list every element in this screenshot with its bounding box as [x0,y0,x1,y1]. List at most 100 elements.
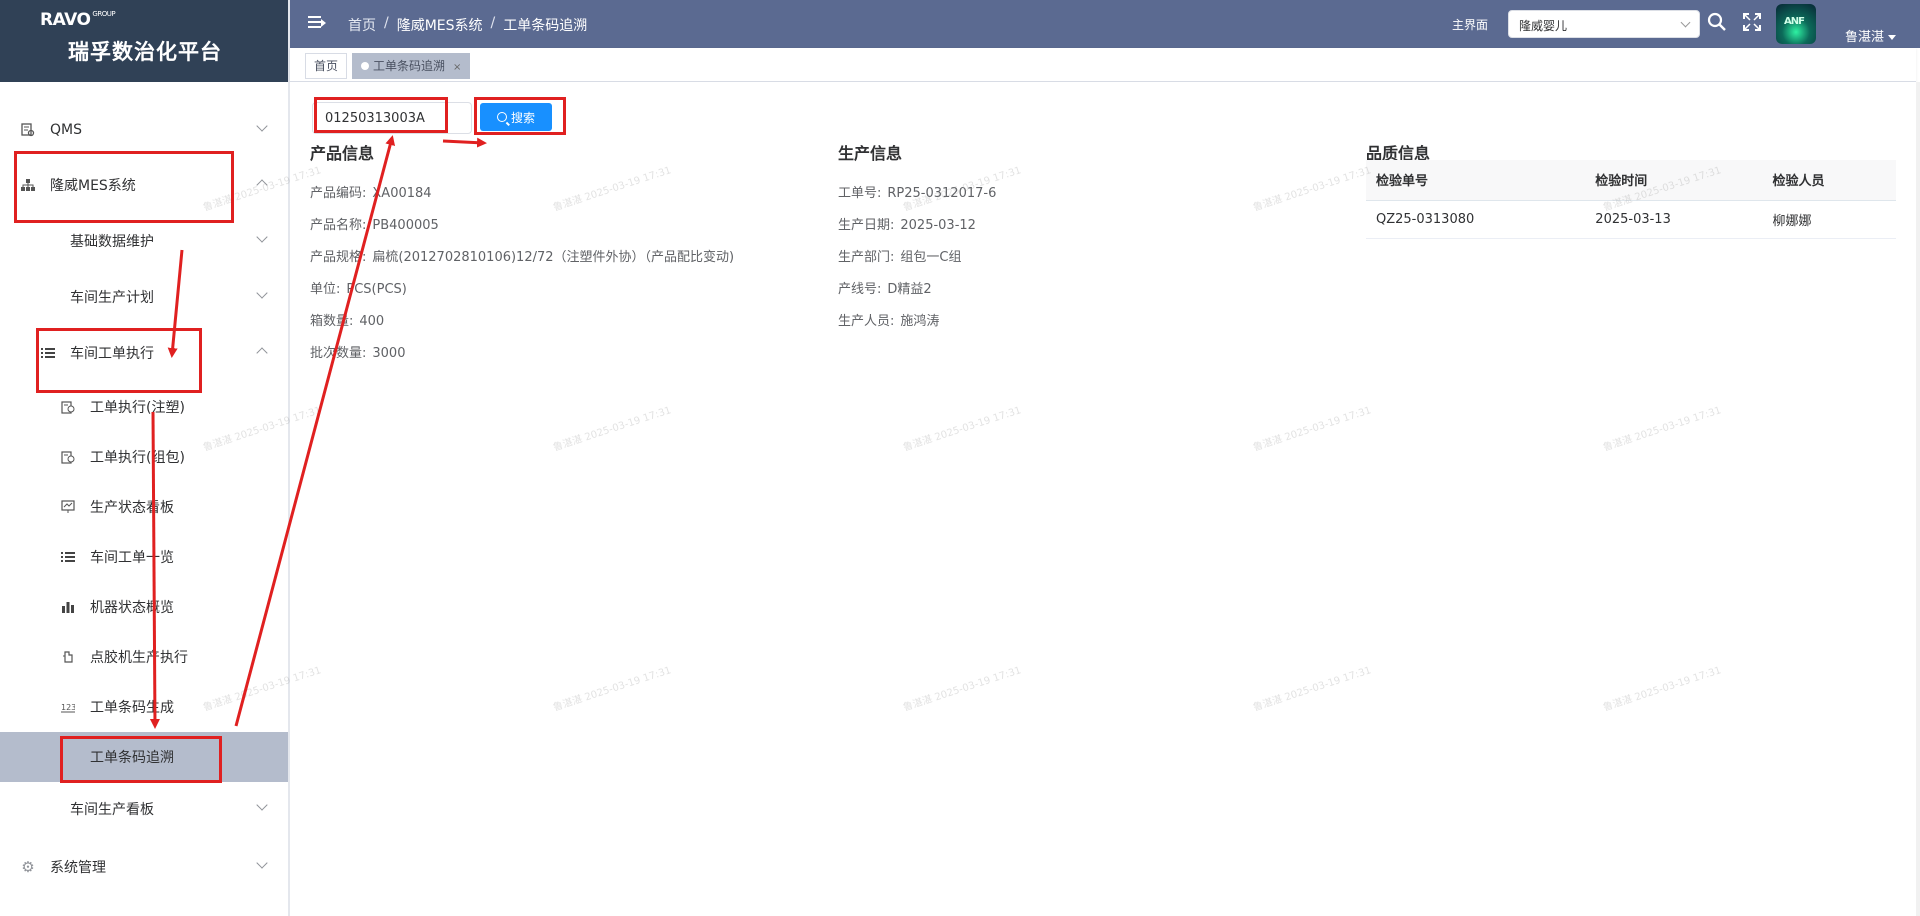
info-label: 产品名称: [310,218,367,233]
breadcrumb-separator: / [384,15,389,31]
sidebar-item-label: QMS [50,122,82,138]
info-value: XA00184 [372,186,432,201]
barcode-search-input[interactable] [312,102,472,134]
tab-barcode-trace[interactable]: 工单条码追溯 × [352,53,471,79]
svg-text:123: 123 [61,703,75,712]
bar-chart-icon [60,599,76,615]
sidebar-item-exec-package[interactable]: 工单执行(组包) [0,432,288,482]
info-label: 生产日期: [838,218,895,233]
table-cell: 2025-03-13 [1585,200,1763,239]
chevron-up-icon [256,347,268,359]
barcode-icon: 123 [60,699,76,715]
app-root: RAVO GROUP 瑞孚数治化平台 QMS 隆威MES系统 基础数据维护 车间… [0,0,1920,916]
sidebar-item-label: 工单执行(注塑) [90,400,185,416]
sidebar-item-workshop-plan[interactable]: 车间生产计划 [0,272,288,322]
breadcrumb-home[interactable]: 首页 [348,15,376,35]
info-value: D精益2 [887,282,932,297]
info-value: RP25-0312017-6 [887,186,997,201]
avatar[interactable]: ANF [1776,4,1816,44]
sidebar-item-workorder-list[interactable]: 车间工单一览 [0,532,288,582]
chevron-down-icon [256,231,268,243]
breadcrumb-mes[interactable]: 隆威MES系统 [397,15,483,35]
sidebar-item-longwei-mes[interactable]: 隆威MES系统 [0,160,288,210]
sidebar-item-label: 车间生产看板 [70,802,154,818]
scrollbar[interactable] [1916,82,1920,916]
sidebar-item-label: 点胶机生产执行 [90,650,188,666]
sidebar-item-glue-exec[interactable]: 点胶机生产执行 [0,632,288,682]
sidebar-item-status-board[interactable]: 生产状态看板 [0,482,288,532]
product-code-row: 产品编码: XA00184 [310,182,432,201]
tab-label: 工单条码追溯 [373,59,446,73]
logo-text: RAVO [40,10,91,30]
info-value: 3000 [372,346,406,361]
column-header: 检验时间 [1585,160,1763,201]
info-label: 产线号: [838,282,882,297]
breadcrumb-separator: / [490,15,496,31]
top-header: 首页 / 隆威MES系统 / 工单条码追溯 主界面 隆威婴儿 ANF 鲁湛湛 [290,0,1920,48]
report-icon [20,122,36,138]
info-value: PB400005 [372,218,439,233]
quality-table: 检验单号 检验时间 检验人员 QZ25-0313080 2025-03-13 柳… [1366,160,1896,239]
clipboard-icon [60,399,76,415]
list-icon [40,345,56,361]
chevron-down-icon [256,799,268,811]
glue-icon [60,649,76,665]
user-menu[interactable]: 鲁湛湛 [1845,26,1896,45]
clipboard-icon [60,449,76,465]
sidebar-item-label: 车间工单一览 [90,550,174,566]
sidebar-item-label: 车间生产计划 [70,290,154,306]
sidebar-item-qms[interactable]: QMS [0,105,288,155]
chevron-down-icon [256,287,268,299]
sidebar-item-workorder-exec[interactable]: 车间工单执行 [0,328,288,378]
brand-header: RAVO GROUP 瑞孚数治化平台 [0,0,288,82]
sidebar-item-barcode-gen[interactable]: 123 工单条码生成 [0,682,288,732]
info-label: 生产人员: [838,314,895,329]
sidebar-item-exec-injection[interactable]: 工单执行(注塑) [0,382,288,432]
sidebar-item-label: 工单条码生成 [90,700,174,716]
product-spec-row: 产品规格: 扁梳(2012702810106)12/72（注塑件外协）（产品配比变… [310,246,734,265]
tab-label: 首页 [314,59,339,73]
column-header: 检验单号 [1366,160,1586,201]
active-dot-icon [361,62,369,70]
sidebar-item-label: 系统管理 [50,860,106,876]
factory-select-value: 隆威婴儿 [1519,19,1568,33]
sidebar-item-basic-data[interactable]: 基础数据维护 [0,216,288,266]
hierarchy-icon [20,177,36,193]
column-header: 检验人员 [1762,160,1896,201]
production-info-title: 生产信息 [838,144,903,163]
monitor-icon [60,499,76,515]
sidebar-item-barcode-trace[interactable]: 工单条码追溯 [0,732,288,782]
info-label: 产品规格: [310,250,367,265]
main-content: 搜索 产品信息 产品编码: XA00184 产品名称: PB400005 产品规格:… [290,82,1916,916]
close-icon[interactable]: × [453,62,461,73]
sidebar-item-label: 隆威MES系统 [50,178,136,194]
table-header-row: 检验单号 检验时间 检验人员 [1366,160,1896,201]
operator-row: 生产人员: 施鸿涛 [838,310,939,329]
breadcrumb: 首页 / 隆威MES系统 / 工单条码追溯 [348,15,587,35]
fullscreen-icon[interactable] [1742,12,1762,36]
menu-toggle-icon[interactable] [308,16,326,30]
tab-home[interactable]: 首页 [305,53,348,79]
info-label: 单位: [310,282,341,297]
info-label: 工单号: [838,186,882,201]
search-button[interactable]: 搜索 [480,103,552,131]
sidebar-item-machine-status[interactable]: 机器状态概览 [0,582,288,632]
unit-row: 单位: PCS(PCS) [310,278,407,297]
info-value: 400 [359,314,385,329]
search-icon[interactable] [1707,12,1727,36]
search-icon [496,112,507,122]
search-button-label: 搜索 [510,110,535,125]
sidebar-item-label: 基础数据维护 [70,234,154,250]
sidebar-item-workshop-board[interactable]: 车间生产看板 [0,784,288,834]
info-value: 2025-03-12 [900,218,976,233]
platform-title: 瑞孚数治化平台 [68,40,222,64]
production-date-row: 生产日期: 2025-03-12 [838,214,976,233]
tags-view: 首页 工单条码追溯 × [290,48,1916,82]
sidebar-item-system-admin[interactable]: ⚙ 系统管理 [0,842,288,892]
table-row[interactable]: QZ25-0313080 2025-03-13 柳娜娜 [1366,200,1896,239]
logo-sup: GROUP [92,10,116,18]
info-label: 批次数量: [310,346,367,361]
factory-select[interactable]: 隆威婴儿 [1508,10,1700,38]
info-label: 生产部门: [838,250,895,265]
workorder-no-row: 工单号: RP25-0312017-6 [838,182,996,201]
